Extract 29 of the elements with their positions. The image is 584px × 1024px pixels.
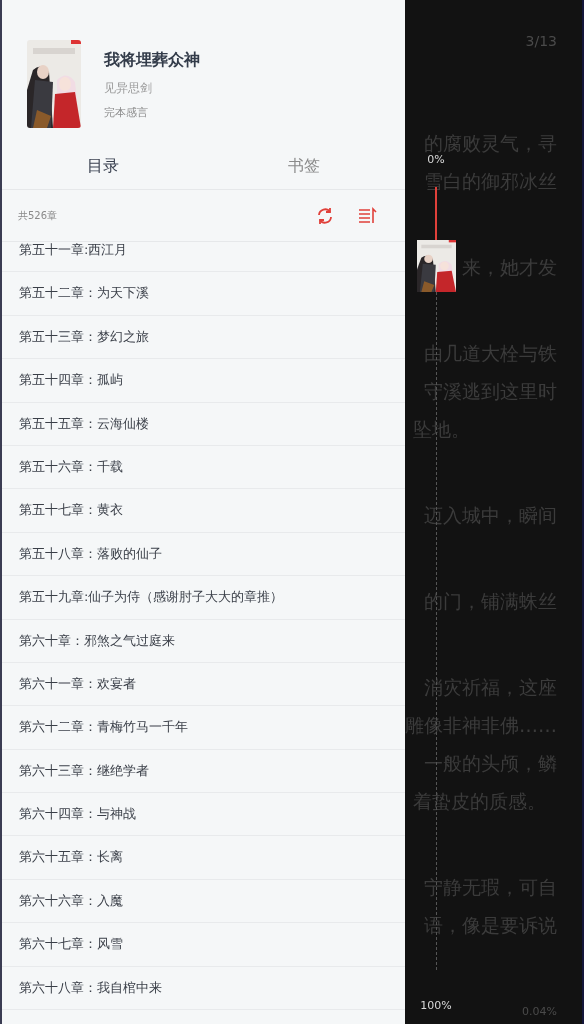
chapter-item[interactable]: 第六十六章：入魔 xyxy=(2,879,405,924)
progress-label: 0% xyxy=(427,154,445,166)
chapter-item[interactable]: 第六十五章：长离 xyxy=(2,836,405,880)
chapter-item[interactable]: 第六十七章：风雪 xyxy=(2,923,405,967)
chapter-item[interactable]: 第五十九章:仙子为侍（感谢肘子大大的章推） xyxy=(2,576,405,620)
chapter-item[interactable]: 第五十八章：落败的仙子 xyxy=(2,532,405,577)
progress-line xyxy=(435,187,437,240)
chapter-item[interactable]: 第六十八章：我自棺中来 xyxy=(2,966,405,1011)
book-title: 我将埋葬众神 xyxy=(104,50,200,71)
page-number: 3/13 xyxy=(524,32,558,51)
chapter-item[interactable]: 第五十五章：云海仙楼 xyxy=(2,402,405,446)
chapter-item[interactable]: 第六十章：邪煞之气过庭来 xyxy=(2,619,405,663)
chapter-item[interactable]: 第六十四章：与神战 xyxy=(2,793,405,837)
chapter-item[interactable]: 第五十三章：梦幻之旅 xyxy=(2,315,405,360)
progress-label: 100% xyxy=(420,1000,452,1012)
chapter-item[interactable]: 第六十三章：继绝学者 xyxy=(2,749,405,794)
slider-thumb[interactable] xyxy=(416,240,456,292)
chapter-item[interactable]: 第五十七章：黄衣 xyxy=(2,489,405,533)
chapter-item[interactable]: 第五十四章：孤屿 xyxy=(2,359,405,403)
chapter-item[interactable]: 第五十六章：千载 xyxy=(2,445,405,490)
chapter-count: 共526章 xyxy=(18,208,58,223)
tab[interactable]: 目录 xyxy=(2,152,204,189)
author-name: 见异思剑 xyxy=(104,80,153,97)
chapter-item[interactable]: 第六十一章：欢宴者 xyxy=(2,662,405,707)
chapter-item[interactable]: 第五十一章:西江月 xyxy=(2,242,405,273)
chapter-item[interactable]: 第五十二章：为天下溪 xyxy=(2,272,405,316)
refresh-icon[interactable] xyxy=(315,205,335,226)
chapter-item[interactable]: 第六十二章：青梅竹马一千年 xyxy=(2,706,405,750)
sort-icon[interactable] xyxy=(357,205,377,226)
